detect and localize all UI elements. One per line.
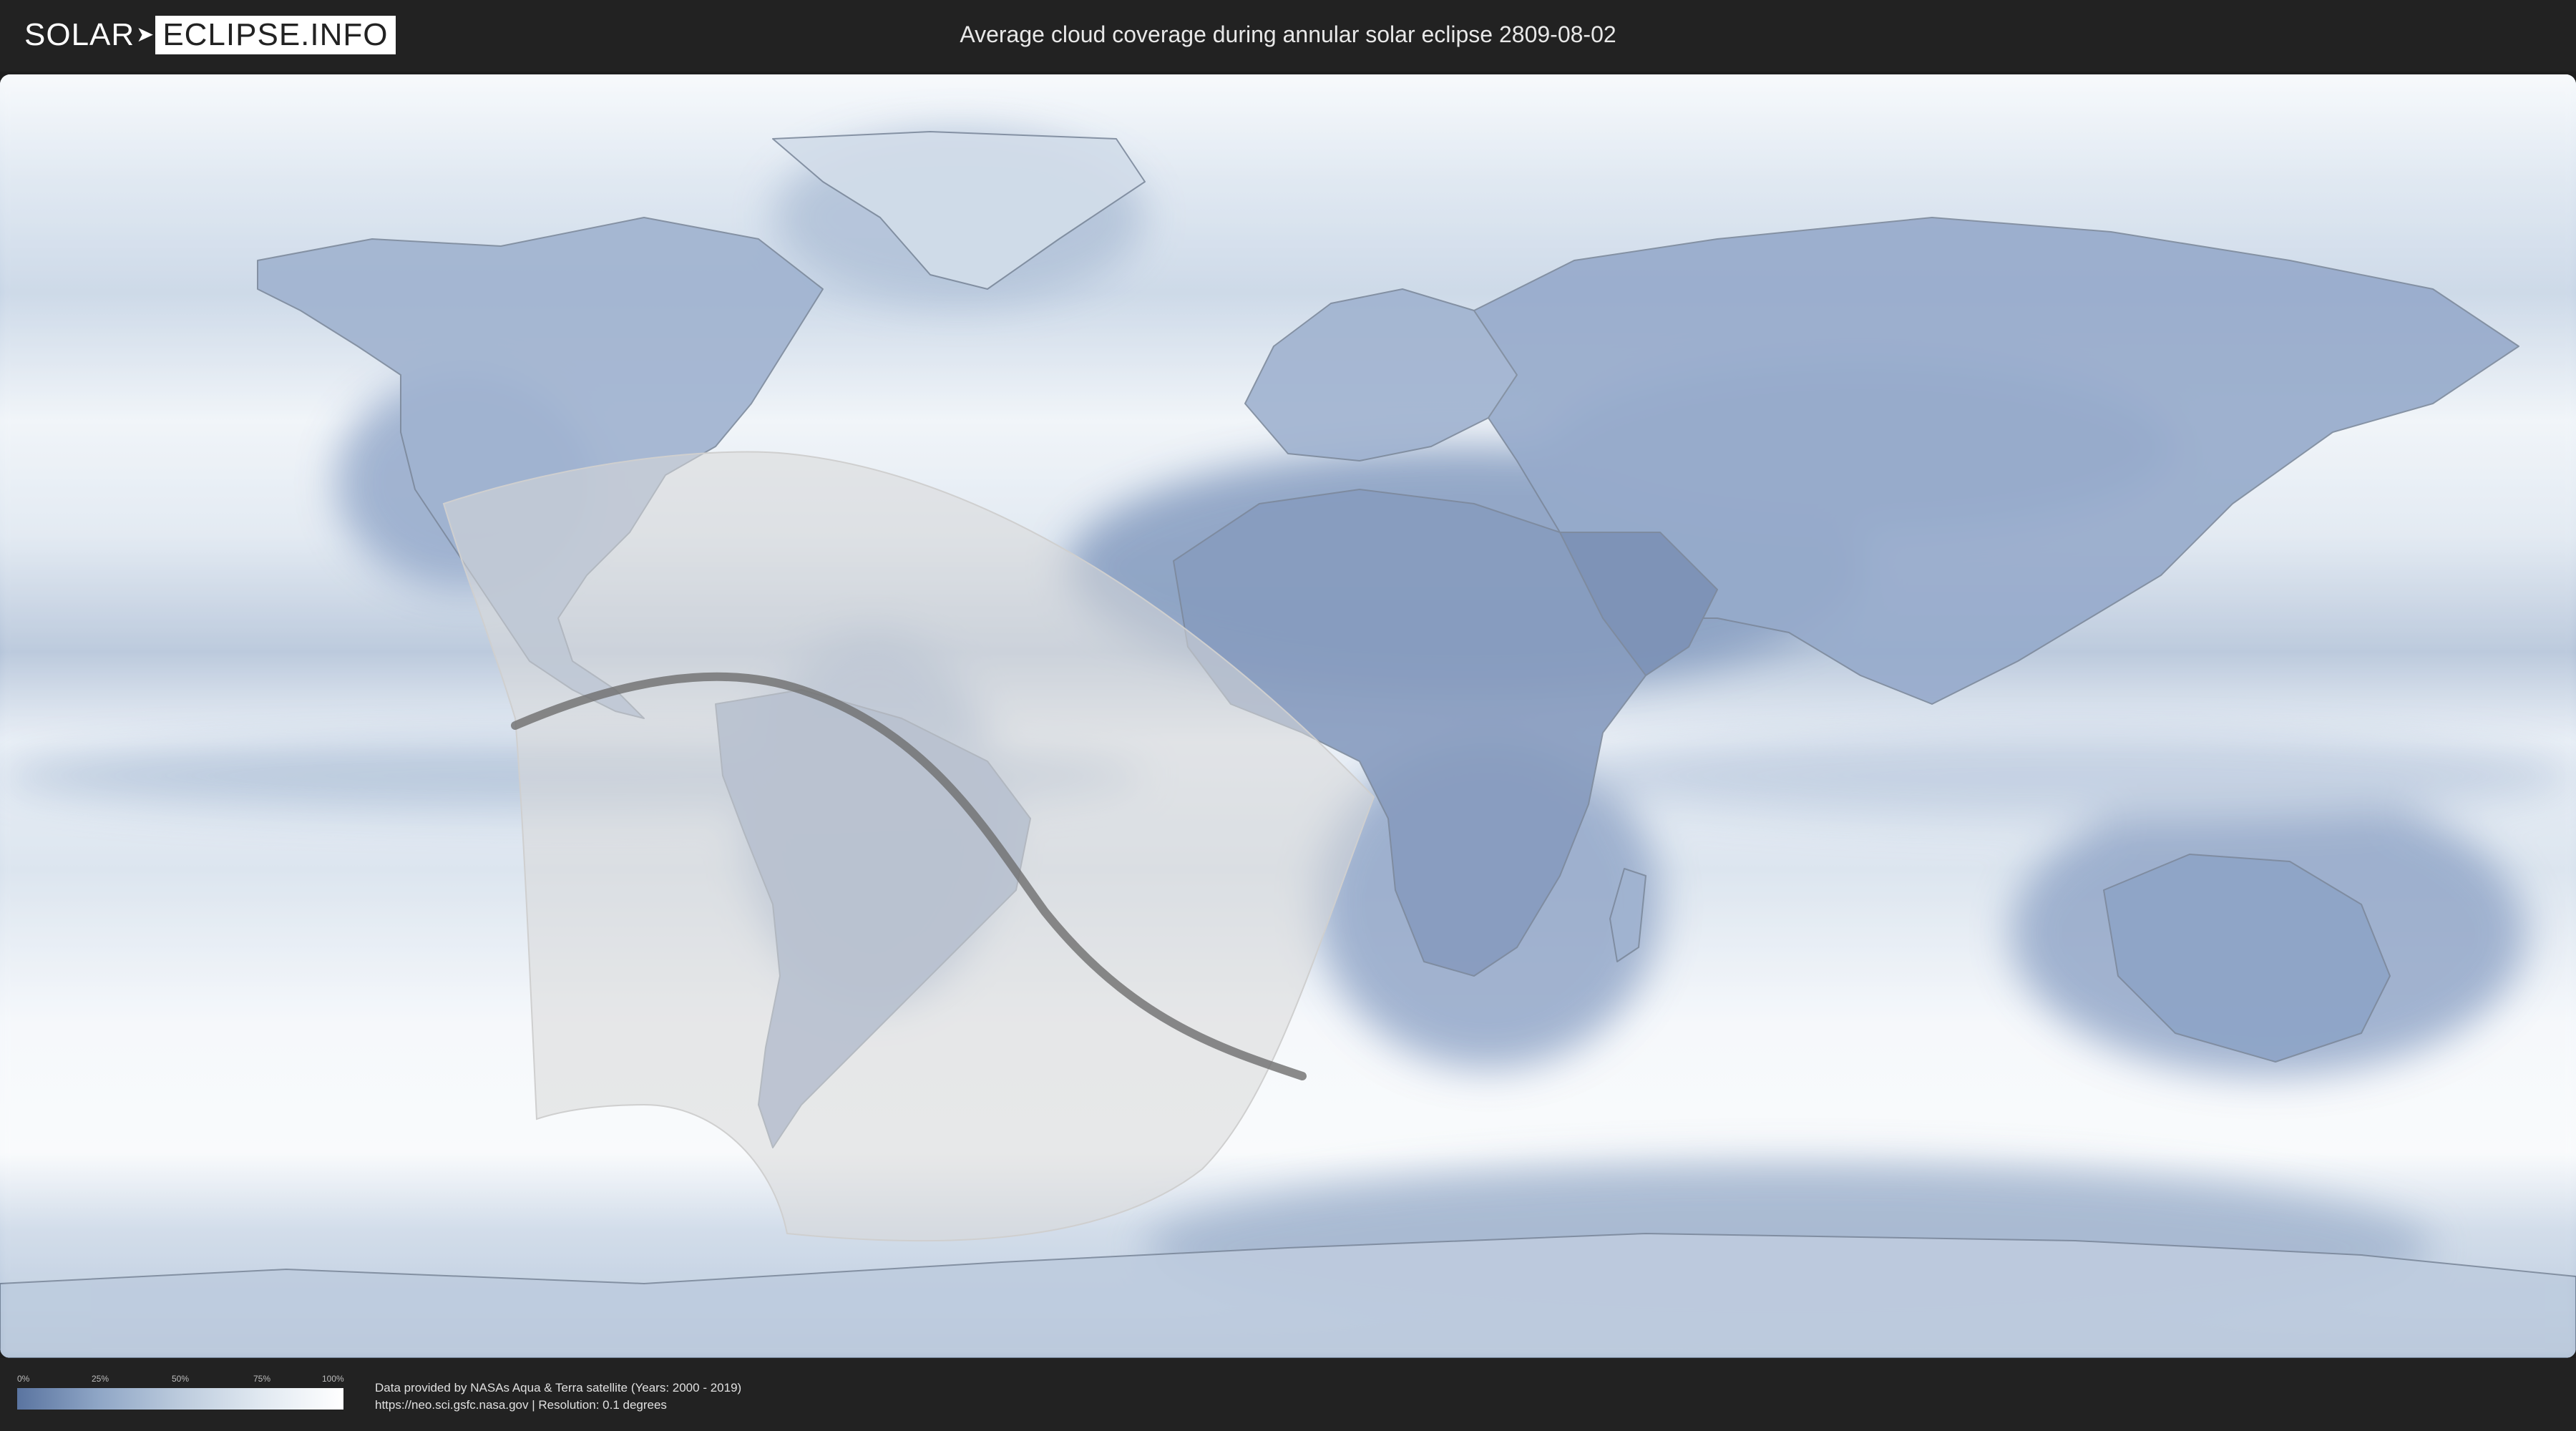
credits-line-1: Data provided by NASAs Aqua & Terra sate… bbox=[375, 1381, 742, 1395]
cloud-coverage-legend: 0% 25% 50% 75% 100% bbox=[17, 1374, 344, 1410]
legend-tick-50: 50% bbox=[172, 1374, 190, 1384]
credits-line-2[interactable]: https://neo.sci.gsfc.nasa.gov | Resoluti… bbox=[375, 1397, 741, 1414]
legend-gradient-bar bbox=[17, 1388, 343, 1410]
legend-ticks: 0% 25% 50% 75% 100% bbox=[17, 1374, 344, 1387]
cloud-coverage-map bbox=[0, 74, 2576, 1358]
world-map bbox=[0, 74, 2576, 1358]
legend-tick-75: 75% bbox=[253, 1374, 271, 1384]
header-bar: SOLAR ➤ ECLIPSE.INFO Average cloud cover… bbox=[0, 0, 2576, 72]
legend-tick-25: 25% bbox=[92, 1374, 109, 1384]
page-title: Average cloud coverage during annular so… bbox=[960, 21, 1616, 47]
data-credits: Data provided by NASAs Aqua & Terra sate… bbox=[375, 1379, 741, 1414]
footer-bar: 0% 25% 50% 75% 100% Data provided by NAS… bbox=[0, 1358, 2576, 1431]
legend-tick-0: 0% bbox=[17, 1374, 30, 1384]
legend-tick-100: 100% bbox=[322, 1374, 344, 1384]
